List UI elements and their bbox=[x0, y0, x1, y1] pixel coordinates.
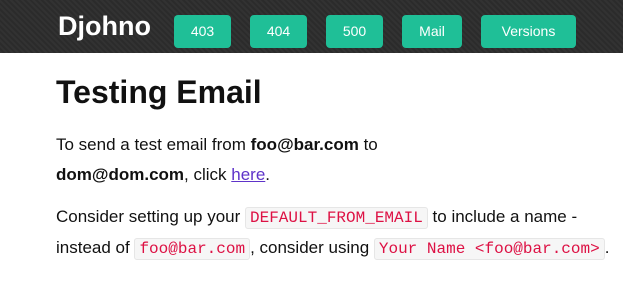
to-email: dom@dom.com bbox=[56, 165, 185, 184]
nav-button-500[interactable]: 500 bbox=[326, 15, 383, 48]
send-email-link[interactable]: here bbox=[231, 165, 265, 184]
nav-button-404[interactable]: 404 bbox=[250, 15, 307, 48]
send-test-paragraph: To send a test email from foo@bar.com to… bbox=[56, 130, 616, 190]
p1-to-word: to bbox=[358, 135, 378, 154]
nav-button-versions[interactable]: Versions bbox=[481, 15, 576, 48]
p2-end: . bbox=[604, 238, 610, 257]
main-content: Testing Email To send a test email from … bbox=[56, 70, 616, 264]
setting-name-code: DEFAULT_FROM_EMAIL bbox=[245, 207, 428, 229]
example-email-code: foo@bar.com bbox=[134, 238, 251, 260]
p1-end: . bbox=[265, 165, 271, 184]
p1-prefix: To send a test email from bbox=[56, 135, 251, 154]
p2-prefix: Consider setting up your bbox=[56, 207, 245, 226]
brand-logo[interactable]: Djohno bbox=[58, 12, 151, 40]
nav-button-403[interactable]: 403 bbox=[174, 15, 231, 48]
suggestion-code: Your Name <foo@bar.com> bbox=[373, 238, 605, 260]
p2-consider: , consider using bbox=[250, 238, 374, 257]
p1-click-text: , click bbox=[184, 165, 232, 184]
nav-button-mail[interactable]: Mail bbox=[402, 15, 462, 48]
page-title: Testing Email bbox=[56, 74, 262, 110]
from-email: foo@bar.com bbox=[250, 135, 359, 154]
settings-hint-paragraph: Consider setting up your DEFAULT_FROM_EM… bbox=[56, 202, 616, 264]
top-navbar: Djohno 403 404 500 Mail Versions bbox=[0, 0, 623, 53]
